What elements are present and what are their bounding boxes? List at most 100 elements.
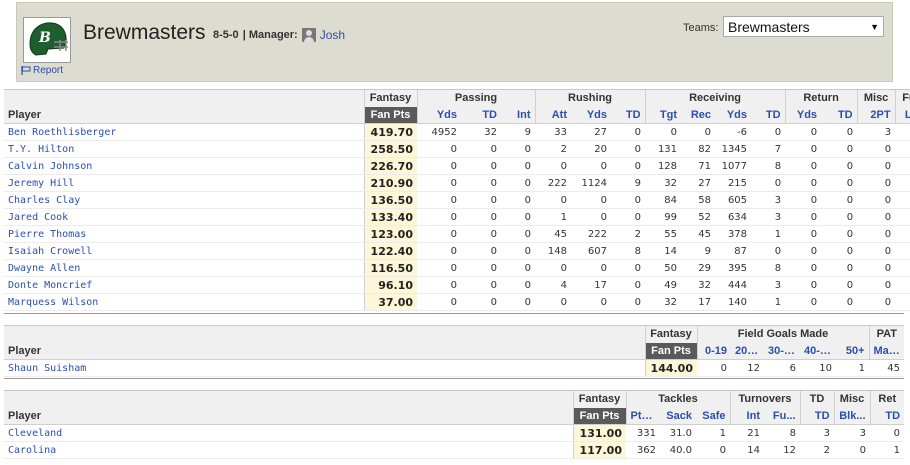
player-link[interactable]: Jared Cook xyxy=(4,208,364,226)
stat-cell: 3 xyxy=(857,123,896,141)
column-header-offense-13[interactable]: TD xyxy=(821,106,858,124)
column-header-defense-2[interactable]: Pts ... xyxy=(625,407,660,425)
stat-cell: 0 xyxy=(461,157,501,175)
stat-cell: 0 xyxy=(611,259,646,277)
column-header-kicker-3[interactable]: 20-29 xyxy=(731,342,764,360)
stat-cell: 0 xyxy=(785,157,822,175)
player-link[interactable]: Carolina xyxy=(4,441,573,459)
stat-cell: 0 xyxy=(535,191,571,209)
stat-cell: 7 xyxy=(751,140,786,158)
manager-link[interactable]: Josh xyxy=(320,28,345,42)
stat-cell: 0 xyxy=(821,157,858,175)
report-label[interactable]: Report xyxy=(33,65,63,76)
player-link[interactable]: Marquess Wilson xyxy=(4,293,364,311)
column-header-defense-6[interactable]: Fu... xyxy=(764,407,801,425)
stat-cell: 45 xyxy=(535,225,571,243)
column-header-defense-5[interactable]: Int xyxy=(729,407,764,425)
column-header-defense-8[interactable]: Blk... xyxy=(833,407,871,425)
stat-cell: 0 xyxy=(785,191,822,209)
column-header-kicker-7[interactable]: Made xyxy=(868,342,905,360)
stat-cell: 331 xyxy=(626,424,660,442)
stat-cell: 2 xyxy=(535,140,571,158)
column-header-offense-10[interactable]: Yds xyxy=(715,106,752,124)
column-header-offense-11[interactable]: TD xyxy=(751,106,786,124)
stat-cell: 0 xyxy=(417,259,461,277)
player-link[interactable]: Jeremy Hill xyxy=(4,174,364,192)
stat-cell: 0 xyxy=(785,293,822,311)
column-header-kicker-5[interactable]: 40-49 xyxy=(800,342,836,360)
column-header-offense-2[interactable]: Yds xyxy=(416,106,461,124)
column-header-offense-8[interactable]: Tgt xyxy=(644,106,682,124)
column-header-kicker-4[interactable]: 30-39 xyxy=(764,342,800,360)
player-link[interactable]: Isaiah Crowell xyxy=(4,242,364,260)
player-link[interactable]: Dwayne Allen xyxy=(4,259,364,277)
column-header-defense-7[interactable]: TD xyxy=(799,407,835,425)
column-header-kicker-1[interactable]: Fan Pts xyxy=(644,342,697,360)
group-misc: Misc xyxy=(856,89,896,107)
column-header-defense-0[interactable]: Player xyxy=(4,407,573,425)
column-header-offense-7[interactable]: TD xyxy=(611,106,646,124)
stat-cell: 1 xyxy=(751,225,786,243)
column-header-offense-3[interactable]: TD xyxy=(461,106,501,124)
player-link[interactable]: Donte Moncrief xyxy=(4,276,364,294)
stat-cell: 0 xyxy=(535,157,571,175)
player-link[interactable]: Ben Roethlisberger xyxy=(4,123,364,141)
fantasy-points-cell: 258.50 xyxy=(363,140,417,158)
column-header-offense-12[interactable]: Yds xyxy=(784,106,822,124)
table-row: Pierre Thomas123.00000452222554537810000 xyxy=(4,225,910,243)
column-header-kicker-6[interactable]: 50+ xyxy=(836,342,870,360)
fantasy-points-cell: 131.00 xyxy=(572,424,626,442)
stat-cell: 140 xyxy=(715,293,752,311)
stat-cell: 2 xyxy=(895,242,910,260)
stat-cell: 378 xyxy=(715,225,752,243)
column-header-kicker-2[interactable]: 0-19 xyxy=(696,342,731,360)
stat-cell: 0 xyxy=(461,174,501,192)
player-link[interactable]: Cleveland xyxy=(4,424,573,442)
teams-selected-value: Brewmasters xyxy=(728,18,810,35)
table-row: Charles Clay136.50000000845860530000 xyxy=(4,191,910,209)
column-header-offense-15[interactable]: Lost xyxy=(894,106,910,124)
player-link[interactable]: Pierre Thomas xyxy=(4,225,364,243)
group-rushing: Rushing xyxy=(534,89,646,107)
player-link[interactable]: Shaun Suisham xyxy=(4,359,645,377)
stat-cell: 605 xyxy=(715,191,752,209)
column-header-defense-3[interactable]: Sack xyxy=(660,407,696,425)
stat-cell: 0 xyxy=(697,359,731,377)
column-header-offense-0[interactable]: Player xyxy=(4,106,364,124)
column-header-defense-9[interactable]: TD xyxy=(869,407,905,425)
column-header-offense-1[interactable]: Fan Pts xyxy=(363,106,417,124)
stat-cell: 0 xyxy=(501,276,535,294)
player-link[interactable]: T.Y. Hilton xyxy=(4,140,364,158)
team-header: B Report Brewmasters 8-5-0 | Manager: Jo… xyxy=(16,2,893,82)
column-header-offense-14[interactable]: 2PT xyxy=(856,106,896,124)
report-link[interactable]: Report xyxy=(21,65,63,76)
stat-cell: 0 xyxy=(751,174,786,192)
stat-cell: 1077 xyxy=(715,157,752,175)
defense-rows: Cleveland 131.00 331 31.0 1 21 8 3 3 0 Carolina 117… xyxy=(4,424,905,459)
stat-cell: 0 xyxy=(821,191,858,209)
player-link[interactable]: Charles Clay xyxy=(4,191,364,209)
stat-cell: 0 xyxy=(417,225,461,243)
column-header-offense-5[interactable]: Att xyxy=(534,106,571,124)
stat-cell: 5 xyxy=(895,123,910,141)
stat-cell: 0 xyxy=(501,174,535,192)
stat-cell: 12 xyxy=(764,441,801,459)
stat-cell: 0 xyxy=(571,191,611,209)
stat-cell: 0 xyxy=(461,225,501,243)
player-link[interactable]: Calvin Johnson xyxy=(4,157,364,175)
column-header-offense-6[interactable]: Yds xyxy=(571,106,611,124)
column-header-offense-4[interactable]: Int xyxy=(501,106,535,124)
stat-cell: 0 xyxy=(417,191,461,209)
column-header-defense-1[interactable]: Fan Pts xyxy=(572,407,626,425)
stat-cell: 3 xyxy=(751,191,786,209)
stat-cell: 0 xyxy=(821,174,858,192)
stat-cell: 0 xyxy=(611,191,646,209)
column-header-defense-4[interactable]: Safe xyxy=(696,407,730,425)
stat-cell: 0 xyxy=(785,174,822,192)
column-header-offense-9[interactable]: Rec xyxy=(681,106,716,124)
stat-cell: 31.0 xyxy=(660,424,696,442)
teams-select[interactable]: Brewmasters ▼ xyxy=(723,16,884,37)
stat-cell: 0 xyxy=(857,242,896,260)
column-header-kicker-0[interactable]: Player xyxy=(4,342,645,360)
chevron-down-icon: ▼ xyxy=(870,21,879,32)
